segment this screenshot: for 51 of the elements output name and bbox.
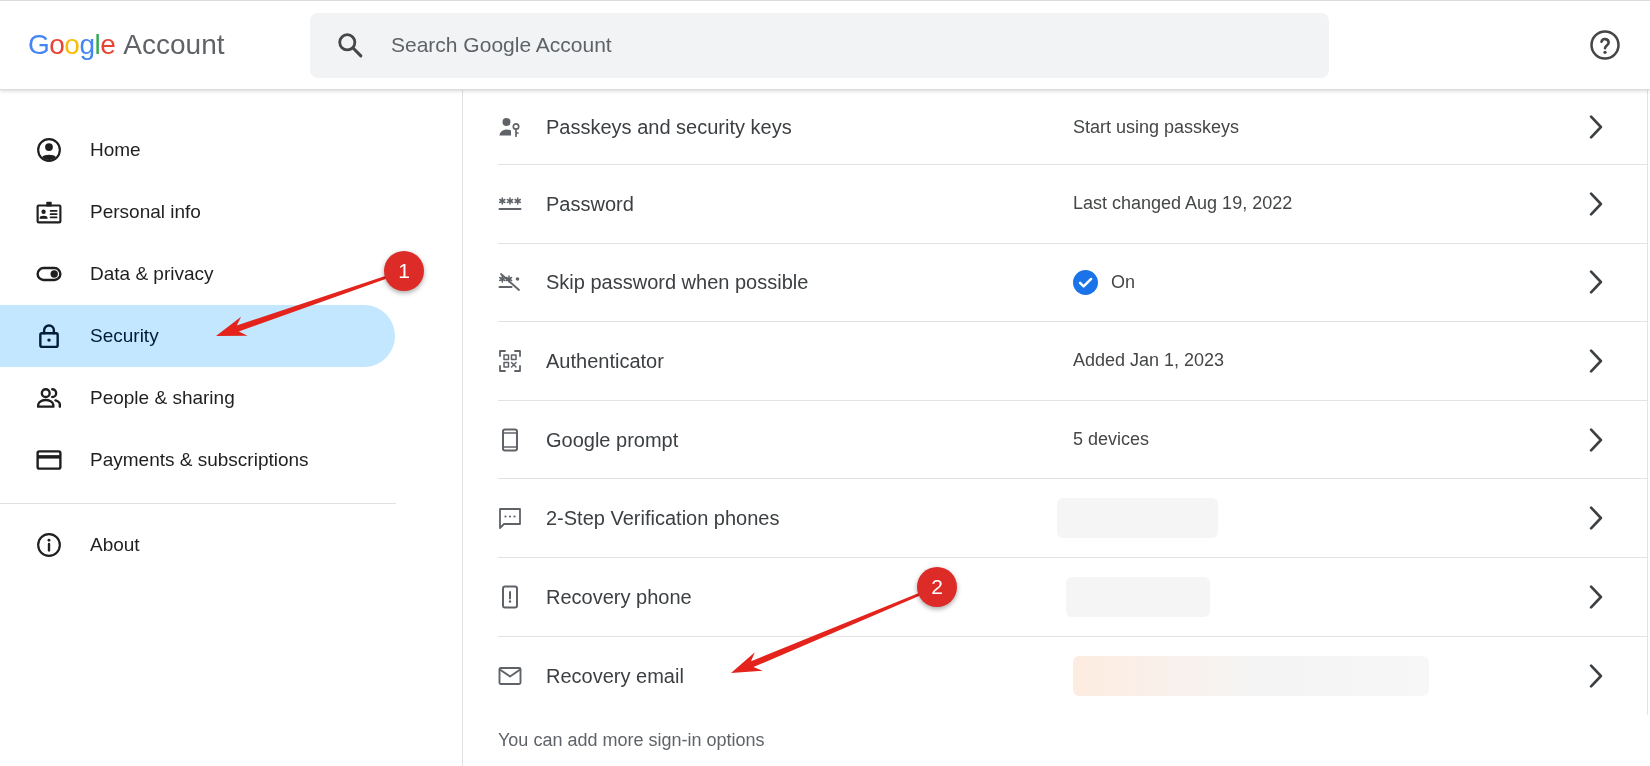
option-row[interactable]: Recovery email: [498, 636, 1647, 716]
option-value: Added Jan 1, 2023: [1073, 349, 1225, 373]
google-logo[interactable]: Google: [28, 24, 116, 66]
chevron-right-icon: [1589, 663, 1603, 688]
option-value: 5 devices: [1073, 428, 1150, 452]
step-badge: 1: [384, 251, 424, 291]
product-name: Account: [123, 28, 225, 62]
chevron-right-icon: [1589, 506, 1603, 531]
sidebar-item[interactable]: Data & privacy: [0, 243, 220, 305]
chevron-right-icon: [1589, 191, 1603, 216]
message-dots-icon: [498, 506, 522, 531]
sidebar-item[interactable]: Home: [0, 119, 147, 181]
sidebar-item[interactable]: Security: [0, 305, 395, 367]
option-row[interactable]: Skip password when possible On: [498, 243, 1647, 323]
option-title: Password: [546, 191, 634, 217]
option-title: Passkeys and security keys: [546, 115, 792, 140]
step-badge: 2: [917, 566, 957, 607]
hint-text: You can add more sign-in options: [498, 729, 766, 753]
chevron-right-icon: [1589, 584, 1603, 609]
option-row[interactable]: Password Last changed Aug 19, 2022: [498, 165, 1647, 244]
chevron-right-icon: [1589, 115, 1603, 139]
id-card-icon: [36, 199, 62, 225]
person-key-icon: [498, 115, 522, 139]
option-title: Skip password when possible: [546, 270, 809, 296]
sidebar-item[interactable]: Personal info: [0, 181, 207, 243]
account-circle-icon: [36, 137, 62, 163]
option-title: 2-Step Verification phones: [546, 506, 780, 532]
lock-icon: [36, 323, 62, 349]
credit-card-icon: [36, 447, 62, 473]
option-row[interactable]: 2-Step Verification phones: [498, 479, 1647, 558]
option-title: Authenticator: [546, 349, 664, 374]
info-icon: [36, 532, 62, 558]
chevron-right-icon: [1589, 427, 1603, 452]
option-title: Google prompt: [546, 427, 679, 453]
sidebar-item[interactable]: About: [0, 514, 146, 576]
sidebar-item[interactable]: People & sharing: [0, 367, 241, 429]
option-title: Recovery phone: [546, 584, 692, 610]
option-row[interactable]: Google prompt 5 devices: [498, 400, 1647, 480]
option-value: Last changed Aug 19, 2022: [1073, 192, 1293, 216]
chevron-right-icon: [1589, 349, 1603, 373]
option-value: Start using passkeys: [1073, 115, 1240, 139]
qr-scan-icon: [498, 349, 522, 373]
chevron-right-icon: [1589, 270, 1603, 295]
option-row[interactable]: Authenticator Added Jan 1, 2023: [498, 322, 1647, 401]
search-icon: [337, 32, 363, 58]
option-title: Recovery email: [546, 663, 684, 689]
people-icon: [36, 385, 62, 411]
option-row[interactable]: Passkeys and security keys Start using passkeys: [498, 90, 1647, 165]
status-label: On: [1111, 270, 1135, 294]
help-icon[interactable]: [1590, 30, 1620, 60]
sidebar-item[interactable]: Payments & subscriptions: [0, 429, 315, 491]
